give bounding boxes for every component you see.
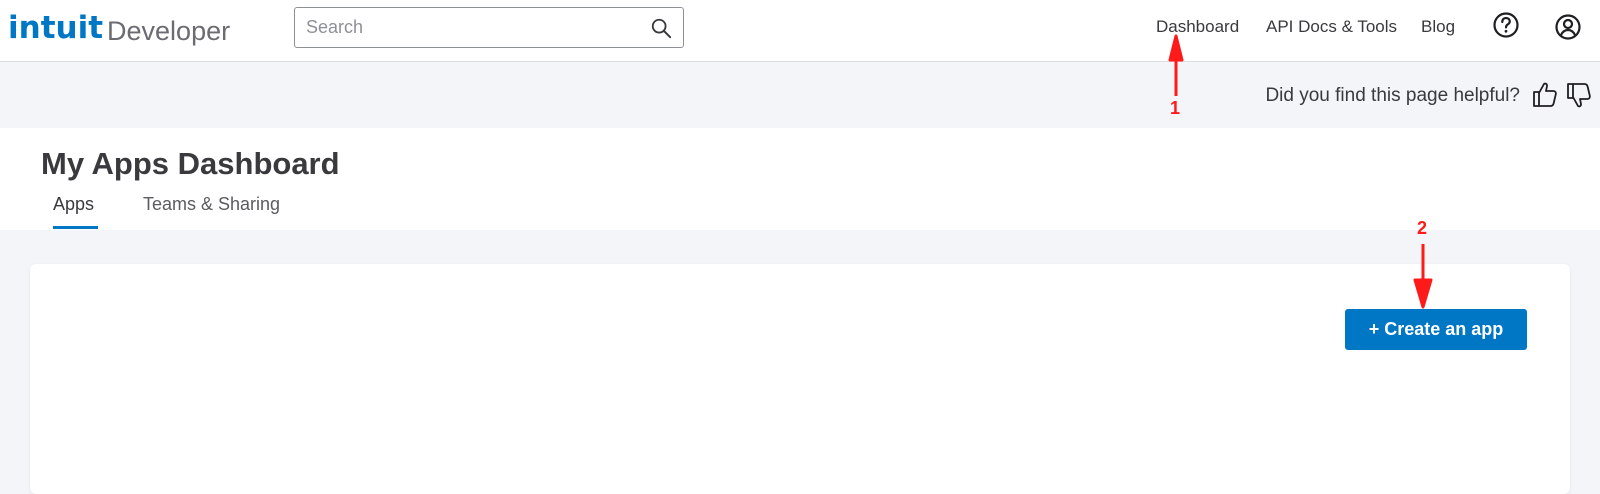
annotation-number-1: 1 xyxy=(1170,98,1181,118)
nav-link-api-docs-tools[interactable]: API Docs & Tools xyxy=(1266,17,1397,37)
tab-apps[interactable]: Apps xyxy=(53,194,94,228)
thumbs-down-icon[interactable] xyxy=(1566,82,1592,110)
logo-brand-text: intuit xyxy=(8,10,104,46)
nav-link-blog[interactable]: Blog xyxy=(1421,17,1455,37)
annotation-number-2: 2 xyxy=(1417,218,1428,238)
thumbs-up-icon[interactable] xyxy=(1532,80,1558,108)
apps-card: + Create an app xyxy=(30,264,1570,494)
account-icon[interactable] xyxy=(1554,13,1582,41)
page-title: My Apps Dashboard xyxy=(41,146,340,181)
page-feedback: Did you find this page helpful? xyxy=(1080,78,1600,112)
page-header: My Apps Dashboard Apps Teams & Sharing xyxy=(0,128,1600,230)
logo-product-text: Developer xyxy=(107,16,231,46)
search-icon[interactable] xyxy=(650,17,672,39)
search-input[interactable] xyxy=(295,8,635,47)
help-icon[interactable] xyxy=(1492,11,1520,39)
search-box xyxy=(294,7,684,48)
active-tab-indicator xyxy=(53,226,98,229)
create-app-button[interactable]: + Create an app xyxy=(1345,309,1527,350)
top-navigation-bar: intuit Developer Dashboard API Docs & To… xyxy=(0,0,1600,62)
intuit-developer-logo[interactable]: intuit Developer xyxy=(8,6,230,46)
feedback-question: Did you find this page helpful? xyxy=(1265,85,1520,106)
nav-link-dashboard[interactable]: Dashboard xyxy=(1156,17,1239,37)
tab-teams-sharing[interactable]: Teams & Sharing xyxy=(143,194,280,228)
